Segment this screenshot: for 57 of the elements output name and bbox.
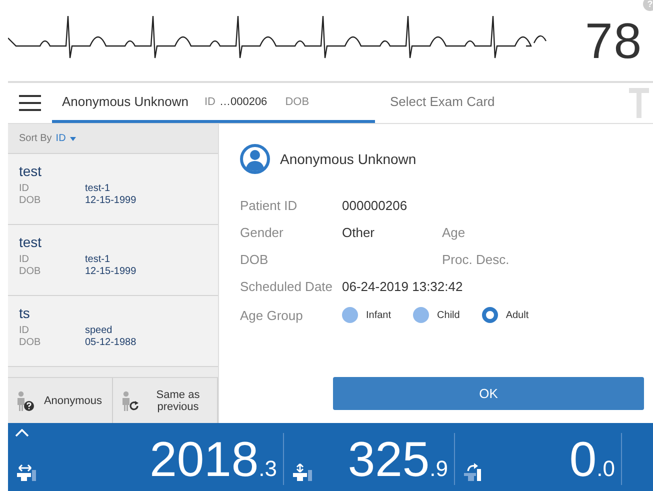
patient-id: test-1 <box>85 254 112 266</box>
heart-rate: 78 <box>585 12 643 70</box>
t-icon <box>629 88 649 118</box>
patient-name: test <box>19 234 43 250</box>
horizontal-move-icon <box>17 463 37 481</box>
field-label: DOB <box>240 252 270 267</box>
patient-id: …000206 <box>219 96 268 108</box>
field-label: Age <box>442 225 466 240</box>
patient-card[interactable]: ts ID speed DOB 05-12-1988 <box>8 296 218 367</box>
field-label: Scheduled Date <box>240 279 334 294</box>
patient-name: ts <box>19 305 31 321</box>
dob-label: DOB <box>285 96 310 108</box>
person-refresh-icon <box>121 390 139 410</box>
patient-id: speed <box>85 325 114 337</box>
rotate-icon <box>464 463 484 481</box>
sort-label: Sort By <box>19 133 52 144</box>
field-label: Proc. Desc. <box>442 252 510 267</box>
field-label: Gender <box>240 225 284 240</box>
caret-icon <box>70 136 76 140</box>
field-value: Other <box>342 225 375 240</box>
id-label: ID <box>19 183 30 195</box>
patient-name: test <box>19 163 43 179</box>
patient-card[interactable]: test ID test-1 DOB 12-15-1999 <box>8 225 218 296</box>
patient-id: test-1 <box>85 183 112 195</box>
id-label: ID <box>19 254 30 266</box>
patient-card[interactable]: test ID test-1 DOB 12-15-1999 <box>8 154 218 225</box>
id-label: ID <box>19 325 30 337</box>
patient-dob: 12-15-1999 <box>85 266 138 278</box>
field-label: Patient ID <box>240 198 298 213</box>
ok-button[interactable]: OK <box>333 377 644 410</box>
menu-icon[interactable] <box>19 95 41 111</box>
sort-dropdown[interactable]: ID <box>56 133 76 144</box>
patient-dob: 12-15-1999 <box>85 195 138 207</box>
id-label: ID <box>204 96 216 108</box>
field-label: Age Group <box>240 308 304 322</box>
radio-button[interactable] <box>342 307 358 323</box>
field-value: 000000206 <box>342 198 408 213</box>
radio-button[interactable] <box>482 307 498 323</box>
person-question-icon <box>16 390 34 410</box>
dob-label: DOB <box>19 266 42 278</box>
patient-name: Anonymous Unknown <box>280 151 416 167</box>
dob-label: DOB <box>19 195 42 207</box>
tab[interactable]: Select Exam Card <box>375 83 629 123</box>
patient-dob: 05-12-1988 <box>85 337 138 349</box>
radio-button[interactable] <box>413 307 430 323</box>
readout-value: 325.9 <box>348 436 449 485</box>
expand-icon <box>15 429 29 437</box>
radio-label: Adult <box>506 310 529 320</box>
radio-label: Infant <box>366 310 392 320</box>
field-value: 06-24-2019 13:32:42 <box>342 279 463 294</box>
patient-name: Anonymous Unknown <box>62 94 188 109</box>
radio-label: Child <box>437 310 460 320</box>
dob-label: DOB <box>19 337 42 349</box>
readout-value: 0.0 <box>569 436 616 485</box>
readout-value: 2018.3 <box>150 436 278 485</box>
vertical-move-icon <box>293 463 313 481</box>
avatar-icon <box>240 144 270 174</box>
